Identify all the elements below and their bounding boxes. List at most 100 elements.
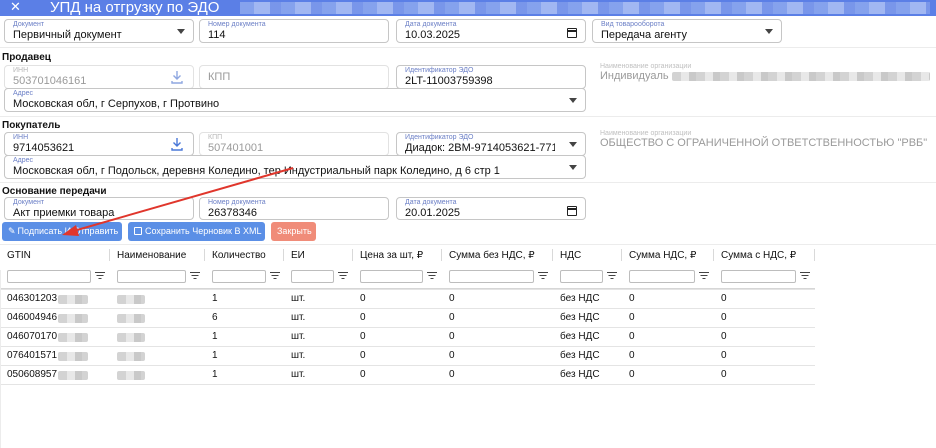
chevron-down-icon (569, 98, 577, 103)
pencil-icon: ✎ (8, 226, 16, 236)
divider (0, 47, 936, 48)
seller-edo-id-label: Идентификатор ЭДО (405, 67, 474, 74)
seller-inn-label: ИНН (13, 67, 29, 74)
buyer-edo-id-value: Диадок: 2BM-9714053621-771... (405, 142, 555, 154)
filter-input[interactable] (7, 270, 91, 283)
filter-icon[interactable] (337, 271, 348, 281)
filter-icon[interactable] (537, 271, 548, 281)
column-header[interactable]: Сумма НДС, ₽ (622, 242, 714, 268)
filter-icon[interactable] (94, 271, 105, 281)
buyer-inn-field[interactable]: ИНН 9714053621 (4, 132, 194, 156)
basis-doc-number-value: 26378346 (208, 207, 257, 219)
download-icon[interactable] (171, 70, 183, 84)
save-draft-xml-label: Сохранить Черновик В XML (145, 226, 262, 236)
column-header[interactable]: НДС (553, 242, 622, 268)
table-row[interactable]: 046070170 1 шт. 0 0 без НДС 0 0 (0, 327, 815, 346)
redacted-title-area (240, 2, 930, 14)
basis-document-field[interactable]: Документ Акт приемки товара (4, 197, 194, 220)
redacted-text (58, 295, 88, 304)
redacted-text (117, 352, 145, 361)
table-row[interactable]: 050608957 1 шт. 0 0 без НДС 0 0 (0, 365, 815, 384)
buyer-kpp-field: КПП 507401001 (199, 132, 389, 156)
column-header[interactable]: Наименование (110, 242, 205, 268)
filter-icon[interactable] (269, 271, 280, 281)
divider (0, 116, 936, 117)
basis-doc-number-field[interactable]: Номер документа 26378346 (199, 197, 389, 220)
filter-icon[interactable] (606, 271, 617, 281)
close-icon[interactable]: ✕ (10, 0, 21, 15)
divider (0, 182, 936, 183)
seller-address-select[interactable]: Адрес Московская обл, г Серпухов, г Прот… (4, 88, 586, 112)
calendar-icon[interactable] (567, 28, 577, 38)
trade-type-select[interactable]: Вид товарооборота Передача агенту (592, 19, 782, 43)
buyer-edo-id-select[interactable]: Идентификатор ЭДО Диадок: 2BM-9714053621… (396, 132, 586, 156)
seller-address-label: Адрес (13, 90, 34, 97)
column-header[interactable]: Количество (205, 242, 284, 268)
basis-section-title: Основание передачи (2, 186, 107, 197)
doc-number-label: Номер документа (208, 21, 266, 28)
title-bar: ✕ УПД на отгрузку по ЭДО (0, 0, 936, 16)
column-header[interactable]: Сумма без НДС, ₽ (442, 242, 553, 268)
chevron-down-icon (765, 29, 773, 34)
chevron-down-icon (569, 142, 577, 147)
doc-number-value: 114 (208, 29, 226, 41)
filter-input[interactable] (212, 270, 266, 283)
save-draft-xml-button[interactable]: Сохранить Черновик В XML (128, 222, 265, 241)
redacted-text (58, 352, 88, 361)
redacted-text (58, 371, 88, 380)
document-type-value: Первичный документ (13, 29, 122, 41)
redacted-text (117, 333, 145, 342)
table-row[interactable]: 076401571 1 шт. 0 0 без НДС 0 0 (0, 346, 815, 365)
column-header[interactable]: Сумма с НДС, ₽ (714, 242, 815, 268)
filter-input[interactable] (291, 270, 334, 283)
filter-icon[interactable] (426, 271, 437, 281)
buyer-org-name-value: ОБЩЕСТВО С ОГРАНИЧЕННОЙ ОТВЕТСТВЕННОСТЬЮ… (600, 137, 928, 149)
seller-edo-id-value: 2LT-11003759398 (405, 75, 493, 87)
buyer-kpp-value: 507401001 (208, 142, 264, 154)
filter-input[interactable] (629, 270, 695, 283)
filter-input[interactable] (560, 270, 603, 283)
buyer-address-select[interactable]: Адрес Московская обл, г Подольск, деревн… (4, 155, 586, 179)
filter-icon[interactable] (698, 271, 709, 281)
seller-kpp-placeholder: КПП (208, 71, 231, 83)
filter-input[interactable] (449, 270, 534, 283)
sign-and-send-label: Подписать И Отправить (17, 226, 119, 236)
doc-date-label: Дата документа (405, 21, 457, 28)
basis-doc-number-label: Номер документа (208, 199, 266, 206)
basis-doc-date-value: 20.01.2025 (405, 207, 461, 219)
doc-number-field[interactable]: Номер документа 114 (199, 19, 389, 43)
sign-and-send-button[interactable]: ✎ Подписать И Отправить (2, 222, 122, 241)
filter-input[interactable] (117, 270, 186, 283)
chevron-down-icon (177, 29, 185, 34)
trade-type-value: Передача агенту (601, 29, 687, 41)
seller-edo-id-field[interactable]: Идентификатор ЭДО 2LT-11003759398 (396, 65, 586, 89)
calendar-icon[interactable] (567, 206, 577, 216)
table-row[interactable]: 046301203 1 шт. 0 0 без НДС 0 0 (0, 289, 815, 308)
seller-org-name-value: Индивидуаль (600, 70, 669, 82)
doc-date-field[interactable]: Дата документа 10.03.2025 (396, 19, 586, 43)
document-type-select[interactable]: Документ Первичный документ (4, 19, 194, 43)
column-header[interactable]: GTIN (0, 242, 110, 268)
close-button[interactable]: Закрыть (271, 222, 316, 241)
redacted-text (117, 295, 145, 304)
download-icon[interactable] (171, 137, 183, 151)
filter-input[interactable] (721, 270, 796, 283)
close-button-label: Закрыть (277, 226, 312, 236)
buyer-inn-value: 9714053621 (13, 142, 75, 154)
column-header[interactable]: Цена за шт, ₽ (353, 242, 442, 268)
buyer-kpp-label: КПП (208, 134, 223, 141)
basis-document-label: Документ (13, 199, 45, 206)
filter-input[interactable] (360, 270, 423, 283)
seller-org-name: Наименование организации Индивидуаль (600, 63, 930, 87)
document-type-label: Документ (13, 21, 45, 28)
table-row[interactable]: 046004946 6 шт. 0 0 без НДС 0 0 (0, 308, 815, 327)
chevron-down-icon (569, 165, 577, 170)
buyer-address-value: Московская обл, г Подольск, деревня Коле… (13, 165, 500, 177)
seller-address-value: Московская обл, г Серпухов, г Протвино (13, 98, 220, 110)
table-end-divider (0, 384, 815, 385)
buyer-edo-id-label: Идентификатор ЭДО (405, 134, 474, 141)
basis-doc-date-field[interactable]: Дата документа 20.01.2025 (396, 197, 586, 220)
filter-icon[interactable] (189, 271, 200, 281)
filter-icon[interactable] (799, 271, 810, 281)
column-header[interactable]: ЕИ (284, 242, 353, 268)
